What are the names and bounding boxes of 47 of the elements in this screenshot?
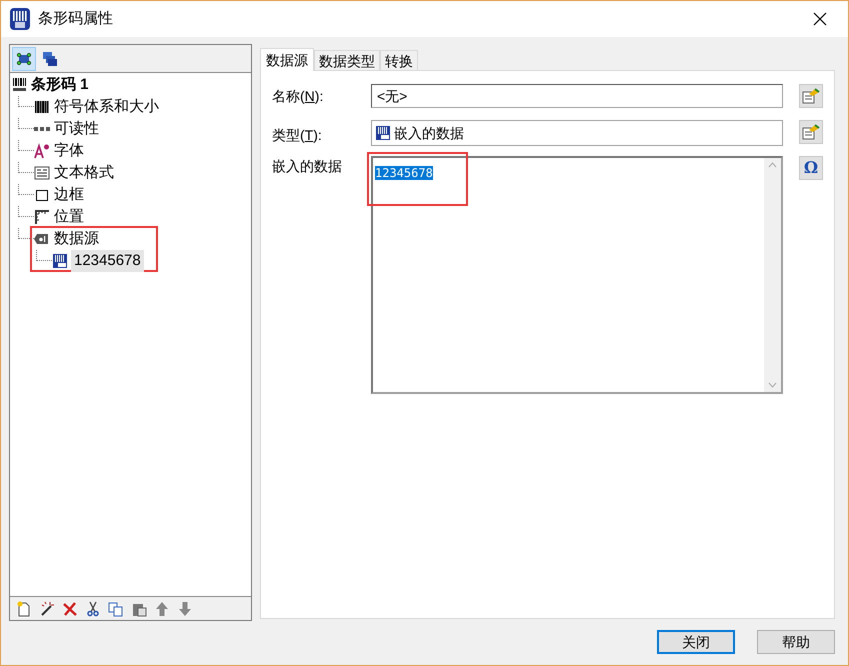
tree-item[interactable]: 字体 — [53, 140, 85, 162]
tab[interactable]: 数据源 — [260, 48, 314, 71]
browse-button[interactable] — [799, 84, 823, 108]
edit-icon — [802, 124, 820, 140]
field-label: 类型(T): — [272, 126, 323, 145]
tab[interactable]: 数据类型 — [314, 50, 380, 70]
layers-icon[interactable] — [42, 50, 58, 66]
tree-item[interactable]: 文本格式 — [53, 162, 115, 184]
ruler-icon — [34, 209, 50, 225]
field-label: 嵌入的数据 — [272, 157, 343, 176]
object-icon[interactable] — [16, 50, 32, 66]
tree-item[interactable]: 符号体系和大小 — [53, 96, 160, 118]
field-label: 名称(N): — [272, 86, 324, 106]
tree-item[interactable]: 位置 — [53, 206, 85, 228]
tree-root[interactable]: 条形码 1 — [31, 74, 89, 96]
delete-icon[interactable] — [62, 600, 78, 616]
tree-item[interactable]: 可读性 — [53, 118, 100, 140]
app-icon — [10, 8, 30, 30]
border-icon — [34, 187, 50, 203]
tree-item[interactable]: 12345678 — [71, 250, 144, 272]
arrow-up-icon[interactable] — [154, 600, 170, 616]
cut-icon[interactable] — [85, 600, 101, 616]
font-icon — [34, 143, 50, 159]
tab[interactable]: 转换 — [380, 50, 418, 70]
tree-item[interactable]: 数据源 — [53, 228, 100, 250]
text-format-icon — [34, 165, 50, 181]
wand-icon[interactable] — [39, 600, 55, 616]
browse-button[interactable] — [799, 120, 823, 144]
symbol-button[interactable]: Ω — [799, 156, 823, 180]
type-field[interactable]: 嵌入的数据 — [371, 120, 783, 146]
name-field[interactable]: <无> — [371, 84, 783, 108]
barcode-document-icon — [52, 253, 68, 269]
barcode-icon — [12, 77, 28, 93]
data-source-icon — [34, 231, 50, 247]
dialog-button[interactable]: 帮助 — [757, 630, 835, 654]
barcode-icon — [34, 99, 50, 115]
new-icon[interactable] — [16, 600, 32, 616]
dialog-button[interactable]: 关闭 — [657, 630, 735, 654]
barcode-document-icon — [375, 125, 391, 141]
edit-icon — [802, 88, 820, 104]
arrow-down-icon[interactable] — [177, 600, 193, 616]
tree-item[interactable]: 边框 — [53, 184, 85, 206]
data-value: 12345678 — [375, 166, 433, 180]
close-icon — [813, 12, 827, 26]
digits-icon — [34, 127, 50, 131]
copy-icon[interactable] — [108, 600, 124, 616]
window-title: 条形码属性 — [38, 8, 113, 29]
